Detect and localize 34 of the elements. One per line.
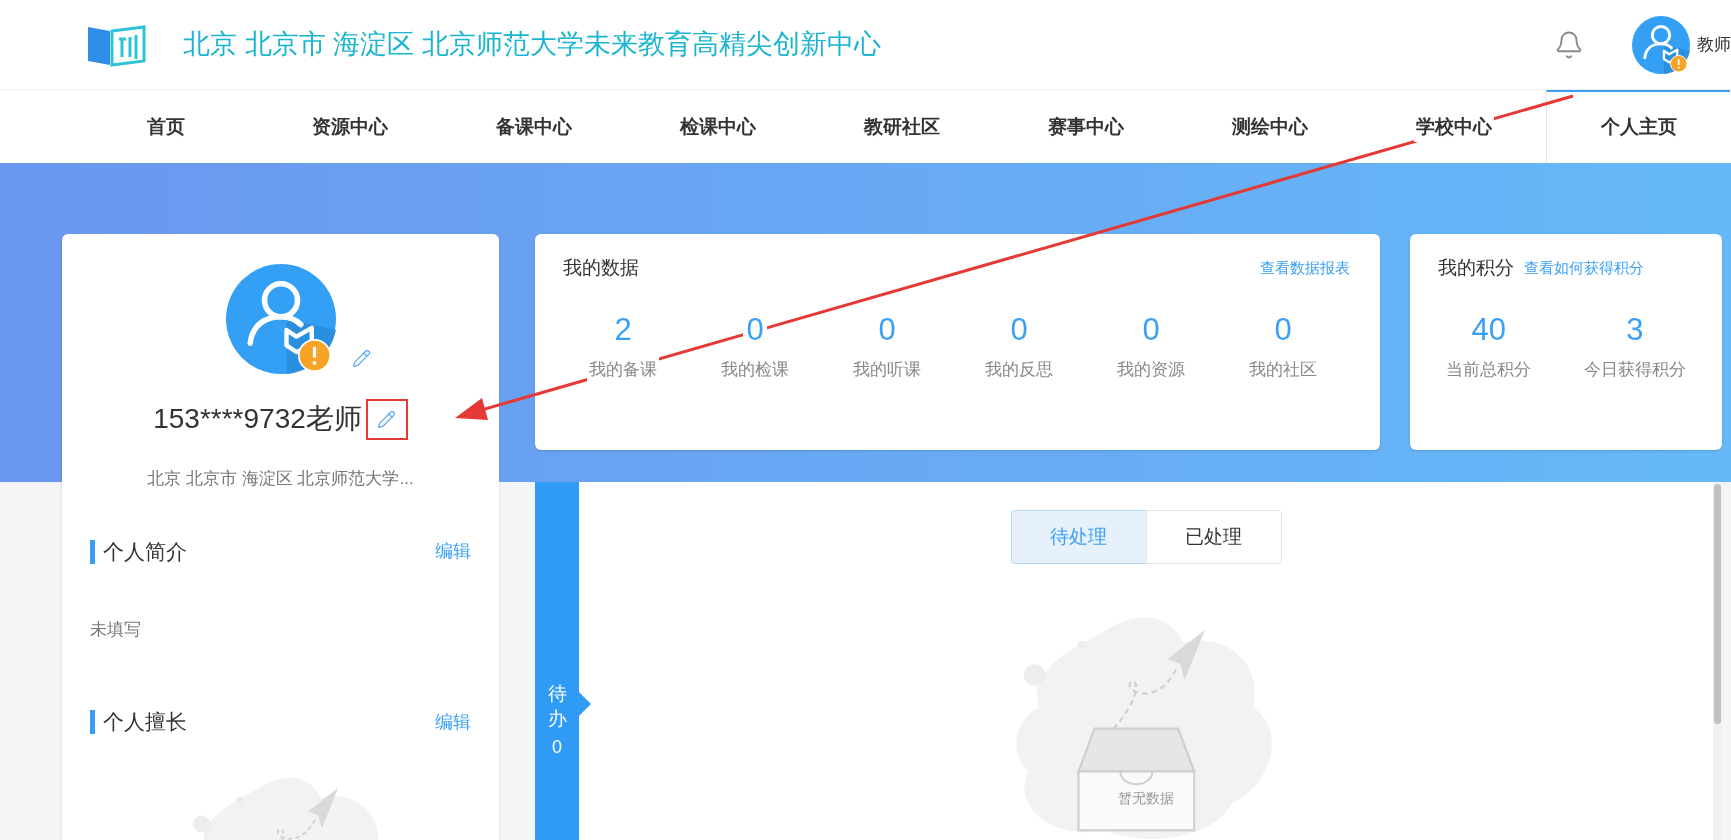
- profile-organization: 北京 北京市 海淀区 北京师范大学...: [147, 468, 414, 490]
- pointer-icon: [579, 692, 591, 716]
- status-tab[interactable]: 已处理: [1145, 510, 1282, 564]
- nav-tab[interactable]: 首页: [74, 90, 258, 163]
- todo-count: 0: [552, 735, 562, 759]
- stat-label: 当前总积分: [1446, 358, 1532, 381]
- logo-icon: [86, 22, 146, 67]
- stat-value: 40: [1471, 310, 1506, 349]
- empty-text: 暂无数据: [1118, 789, 1174, 808]
- section-marker: [90, 539, 95, 564]
- stat-value: 3: [1626, 310, 1644, 349]
- nav-tab[interactable]: 检课中心: [626, 90, 810, 163]
- nav-tab[interactable]: 资源中心: [258, 90, 442, 163]
- section-marker: [90, 710, 95, 734]
- nav-tab[interactable]: 测绘中心: [1178, 90, 1362, 163]
- todo-label: 待办: [547, 682, 567, 732]
- nav-tab[interactable]: 教研社区: [810, 90, 994, 163]
- card-title: 我的数据: [563, 256, 639, 280]
- card-title: 我的积分: [1438, 256, 1514, 280]
- site-title: 北京 北京市 海淀区 北京师范大学未来教育高精尖创新中心: [183, 28, 881, 62]
- stat-label: 我的备课: [587, 356, 659, 382]
- user-name[interactable]: 教师: [1697, 31, 1731, 58]
- notification-bell-icon[interactable]: [1554, 29, 1584, 60]
- nav-tab[interactable]: 赛事中心: [994, 90, 1178, 163]
- section-title: 个人擅长: [103, 709, 187, 736]
- profile-name: 153****9732老师: [153, 402, 362, 436]
- section-title: 个人简介: [103, 538, 187, 565]
- user-avatar: [1632, 15, 1690, 74]
- stat-label: 今日获得积分: [1583, 358, 1686, 381]
- section-content: 未填写: [90, 618, 142, 641]
- nav-tab[interactable]: 备课中心: [442, 90, 626, 163]
- pencil-icon[interactable]: [351, 349, 371, 368]
- pencil-icon[interactable]: [377, 409, 397, 429]
- nav-tab[interactable]: 学校中心: [1362, 90, 1546, 163]
